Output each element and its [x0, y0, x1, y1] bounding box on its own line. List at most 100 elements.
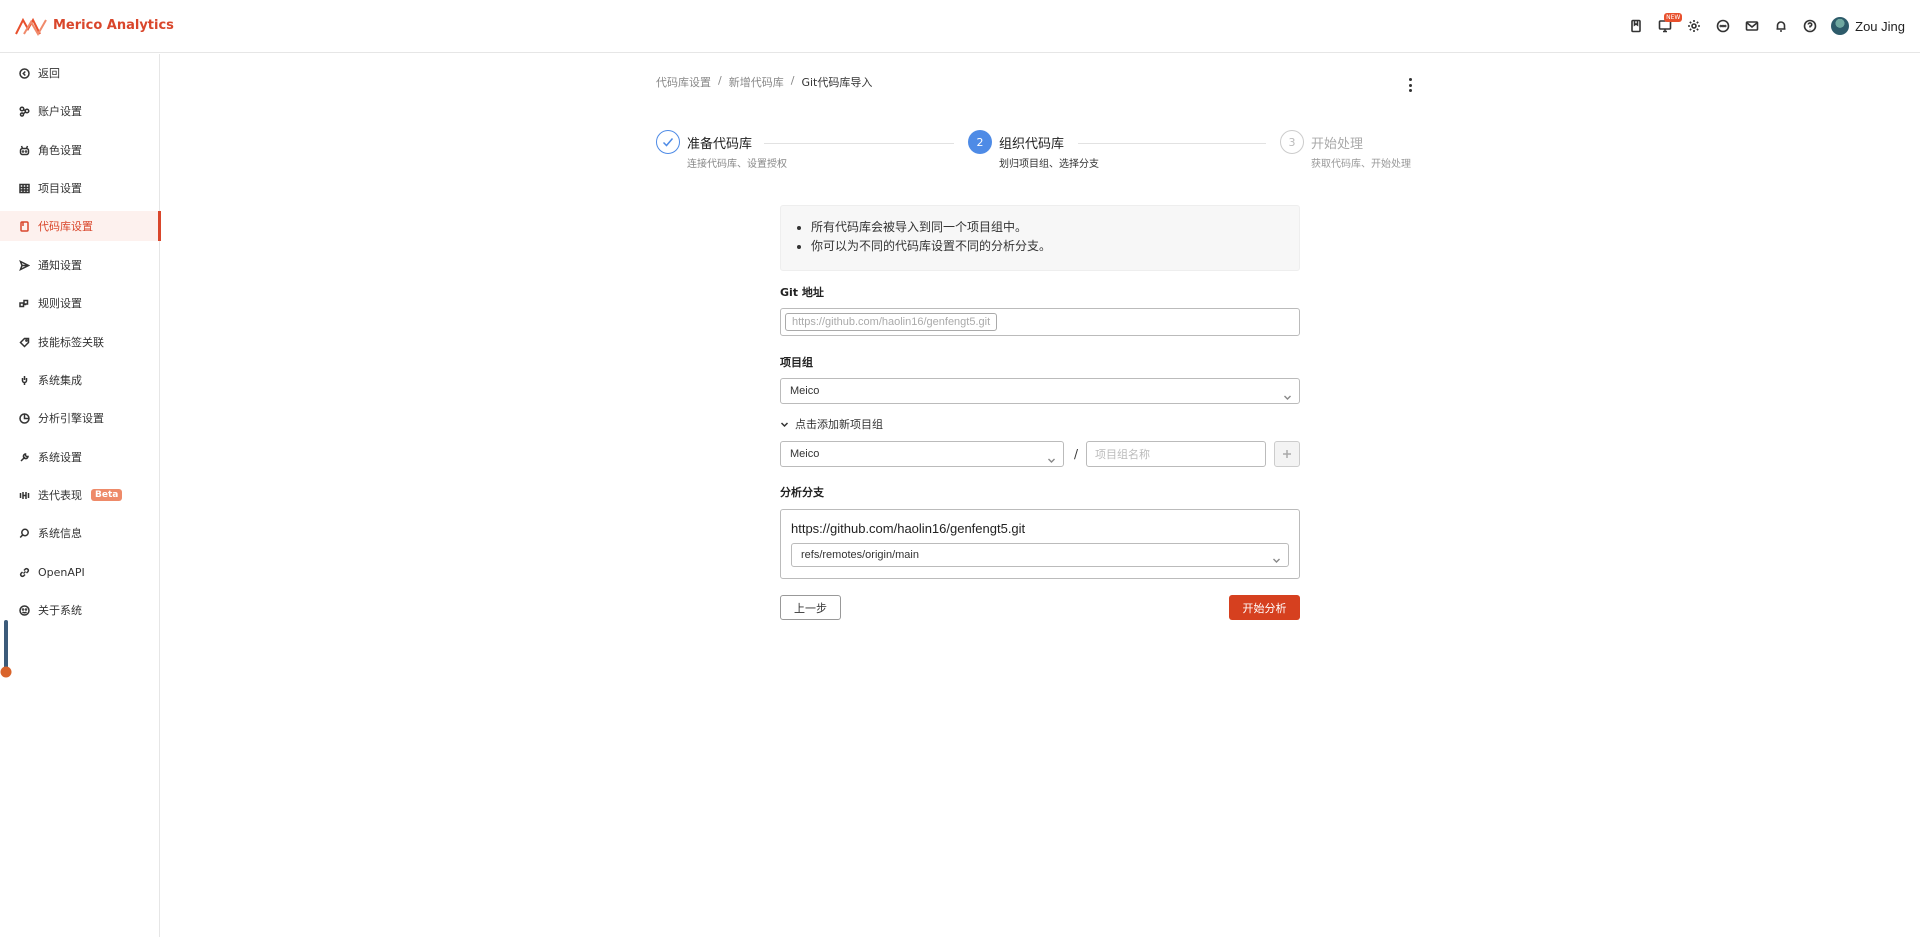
step-organize: 2 组织代码库 划归项目组、选择分支	[968, 130, 1099, 170]
branch-value: refs/remotes/origin/main	[801, 549, 919, 561]
sidebar-item-system-info[interactable]: 系统信息	[0, 518, 160, 548]
iteration-icon	[19, 491, 30, 499]
docs-button[interactable]	[1621, 15, 1650, 37]
sidebar-item-role[interactable]: 角色设置	[0, 135, 160, 165]
add-project-group-toggle[interactable]: 点击添加新项目组	[780, 416, 883, 432]
engine-icon	[19, 412, 30, 424]
sidebar-item-integration[interactable]: 系统集成	[0, 365, 160, 395]
breadcrumb-repo-settings[interactable]: 代码库设置	[656, 74, 711, 90]
project-group-label: 项目组	[780, 356, 813, 369]
git-address-label: Git 地址	[780, 286, 824, 299]
add-project-group-label: 点击添加新项目组	[795, 418, 883, 431]
breadcrumb-separator: /	[718, 74, 722, 87]
wrench-icon	[20, 452, 29, 462]
help-icon	[1803, 19, 1816, 33]
header-toolbar: NEW Zou Jing	[1621, 13, 1905, 37]
branch-select[interactable]: refs/remotes/origin/main	[791, 543, 1289, 567]
sidebar-item-project[interactable]: 项目设置	[0, 173, 160, 203]
step-todo-circle: 3	[1280, 130, 1304, 154]
bell-icon	[1776, 21, 1786, 32]
whats-new-button[interactable]: NEW	[1650, 13, 1683, 37]
sidebar-item-label: 分析引擎设置	[38, 412, 104, 425]
settings-button[interactable]	[1679, 15, 1708, 37]
sidebar-item-label: 技能标签关联	[38, 336, 104, 349]
sidebar-item-skill-tag[interactable]: 技能标签关联	[0, 327, 160, 357]
sidebar-item-about[interactable]: 关于系统	[0, 595, 160, 625]
info-icon	[19, 528, 29, 538]
help-button[interactable]	[1795, 15, 1824, 37]
sidebar-item-analysis-engine[interactable]: 分析引擎设置	[0, 403, 160, 433]
project-icon	[19, 183, 30, 193]
sidebar: 返回 账户设置 角色设置 项目设置 代码库设置 通知设置 规则设置 技能标签关联…	[0, 54, 161, 937]
step-prepare: 准备代码库 连接代码库、设置授权	[656, 130, 787, 170]
step-desc: 连接代码库、设置授权	[687, 159, 787, 170]
brand-name: Merico Analytics	[53, 17, 174, 33]
step-process: 3 开始处理 获取代码库、开始处理	[1280, 130, 1411, 170]
user-name: Zou Jing	[1855, 18, 1905, 34]
analysis-branch-label: 分析分支	[780, 486, 824, 499]
sidebar-item-system-settings[interactable]: 系统设置	[0, 442, 160, 472]
notice-item: 你可以为不同的代码库设置不同的分析分支。	[811, 237, 1299, 256]
sidebar-item-label: 返回	[38, 67, 60, 80]
sidebar-item-label: 代码库设置	[38, 220, 93, 233]
gear-icon	[1687, 20, 1700, 32]
user-menu[interactable]: Zou Jing	[1831, 17, 1905, 35]
kebab-dot-icon	[1408, 78, 1412, 81]
chat-button[interactable]	[1708, 15, 1737, 37]
more-options-button[interactable]	[1405, 76, 1415, 94]
tag-icon	[19, 337, 30, 348]
breadcrumb-add-repo[interactable]: 新增代码库	[729, 74, 784, 90]
thermometer-icon	[0, 620, 12, 678]
project-group-value: Meico	[790, 385, 820, 397]
breadcrumb-current: Git代码库导入	[801, 76, 873, 89]
about-icon	[19, 604, 30, 616]
start-analysis-button[interactable]: 开始分析	[1229, 595, 1300, 620]
step-current-circle: 2	[968, 130, 992, 154]
sidebar-item-label: 系统集成	[38, 374, 82, 387]
sidebar-item-rule[interactable]: 规则设置	[0, 288, 160, 318]
sidebar-item-label: 关于系统	[38, 604, 82, 617]
repo-icon	[20, 220, 29, 232]
rule-icon	[19, 299, 29, 307]
account-icon	[19, 105, 30, 117]
mail-icon	[1745, 21, 1758, 31]
kebab-dot-icon	[1408, 83, 1412, 87]
git-url-tag[interactable]: https://github.com/haolin16/genfengt5.gi…	[785, 313, 998, 331]
sidebar-item-label: 角色设置	[38, 144, 82, 157]
sidebar-item-label: 通知设置	[38, 259, 82, 272]
step-title: 开始处理	[1311, 137, 1364, 152]
sidebar-item-account[interactable]: 账户设置	[0, 96, 160, 126]
previous-step-button[interactable]: 上一步	[780, 595, 841, 620]
sidebar-item-notification[interactable]: 通知设置	[0, 250, 160, 280]
branch-repo-url: https://github.com/haolin16/genfengt5.gi…	[791, 521, 1026, 536]
step-connector	[1078, 143, 1266, 144]
chevron-down-icon	[1273, 558, 1280, 563]
sidebar-item-openapi[interactable]: OpenAPI	[0, 557, 160, 587]
parent-group-value: Meico	[790, 448, 820, 460]
mail-button[interactable]	[1737, 15, 1766, 37]
merico-logo-icon	[15, 17, 47, 36]
brand[interactable]: Merico Analytics	[15, 14, 174, 36]
git-address-input[interactable]: https://github.com/haolin16/genfengt5.gi…	[780, 308, 1300, 336]
send-icon	[19, 259, 30, 271]
check-icon	[662, 138, 674, 147]
sidebar-item-back[interactable]: 返回	[0, 58, 160, 88]
chat-icon	[1716, 19, 1729, 33]
breadcrumb: 代码库设置 / 新增代码库 / Git代码库导入	[656, 74, 872, 90]
project-group-select[interactable]: Meico	[780, 378, 1300, 404]
chevron-down-icon	[1284, 395, 1291, 400]
branch-panel: https://github.com/haolin16/genfengt5.gi…	[780, 509, 1300, 579]
sidebar-item-repo[interactable]: 代码库设置	[0, 211, 161, 241]
sidebar-item-iteration[interactable]: 迭代表现 Beta	[0, 480, 160, 510]
kebab-dot-icon	[1408, 89, 1412, 92]
step-desc: 划归项目组、选择分支	[999, 159, 1099, 170]
book-icon	[1630, 19, 1641, 33]
add-group-button[interactable]	[1274, 441, 1300, 467]
sidebar-item-label: 规则设置	[38, 297, 82, 310]
info-notice: 所有代码库会被导入到同一个项目组中。 你可以为不同的代码库设置不同的分析分支。	[780, 205, 1300, 271]
notifications-button[interactable]	[1766, 15, 1795, 37]
sidebar-item-label: 账户设置	[38, 105, 82, 118]
parent-group-select[interactable]: Meico	[780, 441, 1064, 467]
step-desc: 获取代码库、开始处理	[1311, 159, 1411, 170]
group-name-input[interactable]	[1086, 441, 1266, 467]
